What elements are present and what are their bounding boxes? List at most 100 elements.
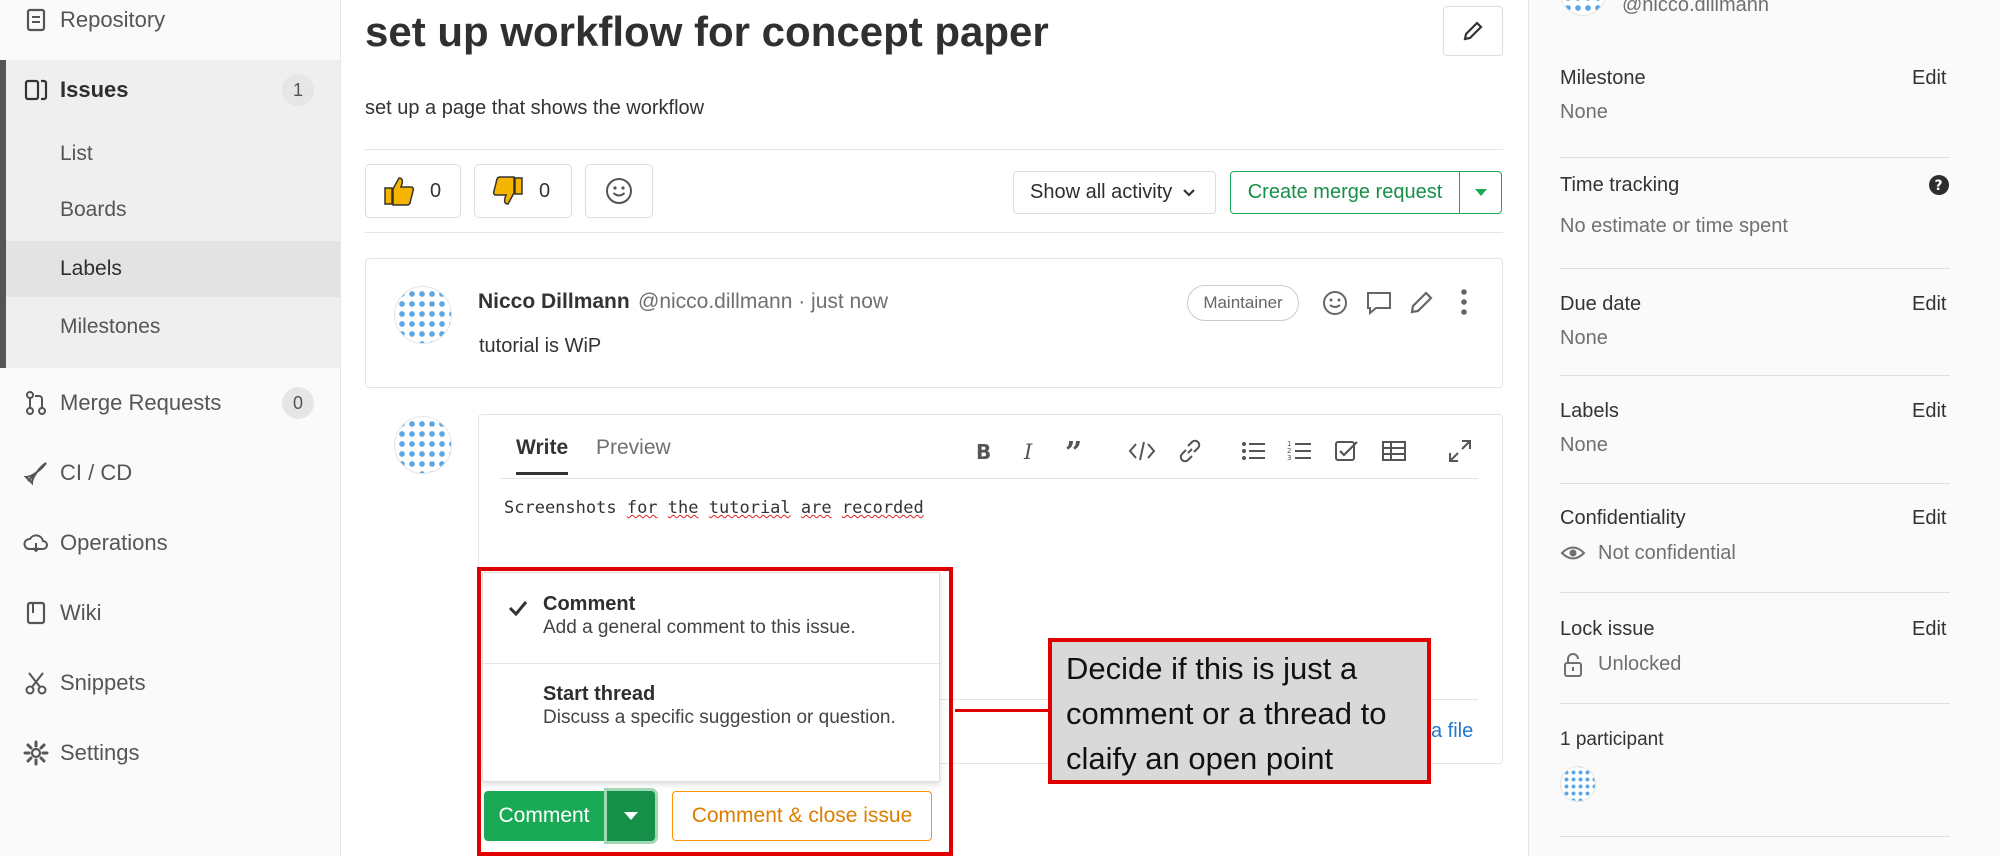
confidentiality-value: Not confidential — [1598, 542, 1736, 564]
smiley-icon[interactable] — [1320, 288, 1350, 318]
labels-edit-link[interactable]: Edit — [1912, 400, 1946, 423]
pencil-icon[interactable] — [1408, 288, 1436, 316]
issues-icon — [24, 79, 48, 101]
italic-icon[interactable]: I — [1016, 437, 1044, 465]
divider — [1560, 375, 1950, 376]
book-icon — [26, 601, 46, 625]
note-author[interactable]: Nicco Dillmann — [478, 290, 630, 314]
avatar[interactable] — [394, 286, 452, 344]
checklist-icon[interactable] — [1332, 437, 1360, 465]
merge-requests-count-badge: 0 — [282, 387, 314, 419]
note-text: tutorial is WiP — [479, 335, 602, 357]
note-card — [365, 258, 1503, 388]
gear-icon — [23, 740, 49, 766]
sub-item-boards-label: Boards — [60, 198, 127, 221]
right-sidebar — [1528, 0, 2000, 856]
issue-title: set up workflow for concept paper — [365, 8, 1049, 55]
divider — [1560, 157, 1950, 158]
divider — [1560, 836, 1950, 837]
table-icon[interactable] — [1380, 437, 1408, 465]
confidentiality-label: Confidentiality — [1560, 507, 1686, 529]
editor-text-plain: Screenshots — [504, 498, 627, 518]
add-reaction-button[interactable] — [585, 164, 653, 218]
nav-ci-cd[interactable]: CI / CD — [0, 445, 340, 501]
lock-issue-edit-link[interactable]: Edit — [1912, 618, 1946, 641]
due-date-label: Due date — [1560, 293, 1642, 315]
annotation-highlight-box — [477, 567, 953, 856]
smiley-icon — [606, 178, 632, 204]
participant-avatar[interactable] — [1560, 766, 1596, 802]
show-activity-label: Show all activity — [1030, 181, 1173, 203]
sub-item-milestones-label: Milestones — [60, 315, 161, 338]
help-icon[interactable]: ? — [1928, 174, 1950, 196]
note-handle-time: @nicco.dillmann · just now — [638, 290, 889, 313]
cloud-icon — [23, 534, 48, 553]
labels-value: None — [1560, 434, 1608, 456]
confidentiality-edit-link[interactable]: Edit — [1912, 507, 1946, 530]
thumbs-up-button[interactable]: 0 — [365, 164, 461, 218]
divider — [500, 478, 1478, 479]
nav-wiki[interactable]: Wiki — [0, 585, 340, 641]
caret-down-icon — [1474, 188, 1487, 196]
nav-snippets[interactable]: Snippets — [0, 655, 340, 711]
sub-item-list[interactable]: List — [0, 126, 340, 182]
quote-icon[interactable]: ” — [1062, 437, 1090, 465]
edit-title-button[interactable] — [1443, 6, 1503, 56]
fullscreen-icon[interactable] — [1446, 437, 1474, 465]
bold-icon[interactable]: B — [970, 437, 998, 465]
nav-issues-label: Issues — [60, 77, 129, 102]
nav-ci-cd-label: CI / CD — [60, 460, 133, 485]
nav-repository[interactable]: Repository — [0, 0, 340, 48]
nav-repository-label: Repository — [60, 7, 166, 32]
time-tracking-label: Time tracking — [1560, 174, 1680, 196]
nav-operations[interactable]: Operations — [0, 515, 340, 571]
tab-preview[interactable]: Preview — [596, 436, 671, 460]
milestone-edit-link[interactable]: Edit — [1912, 67, 1946, 90]
sub-item-labels[interactable]: Labels — [6, 241, 340, 297]
rocket-icon — [23, 462, 47, 486]
divider — [1560, 268, 1950, 269]
time-tracking-value: No estimate or time spent — [1560, 215, 1788, 237]
annotation-connector — [955, 709, 1048, 712]
thumbs-up-icon — [384, 177, 415, 206]
attach-file-link[interactable]: a file — [1431, 720, 1473, 743]
create-merge-request-button[interactable]: Create merge request — [1230, 171, 1460, 214]
more-actions-icon[interactable] — [1452, 286, 1476, 318]
reply-comment-icon[interactable] — [1364, 288, 1394, 318]
thumbs-down-count: 0 — [539, 179, 551, 202]
nav-settings[interactable]: Settings — [0, 725, 340, 781]
scissors-icon — [25, 672, 47, 695]
create-merge-request-dropdown[interactable] — [1459, 171, 1502, 214]
assignee-handle: @nicco.dillmann — [1622, 0, 1770, 16]
annotation-callout: Decide if this is just a comment or a th… — [1048, 638, 1431, 784]
numbered-list-icon[interactable]: 123 — [1286, 437, 1314, 465]
sub-item-labels-label: Labels — [60, 257, 122, 280]
nav-settings-label: Settings — [60, 740, 140, 765]
milestone-value: None — [1560, 101, 1608, 123]
maintainer-badge: Maintainer — [1187, 285, 1299, 321]
due-date-edit-link[interactable]: Edit — [1912, 293, 1946, 316]
sub-item-milestones[interactable]: Milestones — [0, 299, 340, 355]
editor-word: recorded — [841, 498, 924, 518]
due-date-value: None — [1560, 327, 1608, 349]
show-activity-dropdown[interactable]: Show all activity — [1013, 171, 1216, 214]
code-icon[interactable] — [1128, 437, 1156, 465]
bullet-list-icon[interactable] — [1240, 437, 1268, 465]
editor-word: the — [667, 498, 699, 518]
divider — [1560, 703, 1950, 704]
lock-issue-label: Lock issue — [1560, 618, 1655, 640]
sub-item-boards[interactable]: Boards — [0, 182, 340, 238]
milestone-label: Milestone — [1560, 67, 1646, 89]
tab-write[interactable]: Write — [516, 436, 569, 475]
avatar[interactable] — [394, 416, 452, 474]
nav-merge-requests-label: Merge Requests — [60, 390, 222, 415]
editor-word: tutorial — [708, 498, 791, 518]
nav-merge-requests[interactable]: Merge Requests 0 — [0, 375, 340, 431]
divider — [1560, 592, 1950, 593]
thumbs-down-button[interactable]: 0 — [474, 164, 572, 218]
comment-textarea[interactable]: Screenshots for the tutorial are recorde… — [504, 498, 924, 518]
chevron-down-icon — [1183, 188, 1196, 197]
link-icon[interactable] — [1176, 437, 1204, 465]
nav-issues[interactable]: Issues 1 — [0, 62, 340, 118]
svg-text:B: B — [976, 440, 991, 464]
